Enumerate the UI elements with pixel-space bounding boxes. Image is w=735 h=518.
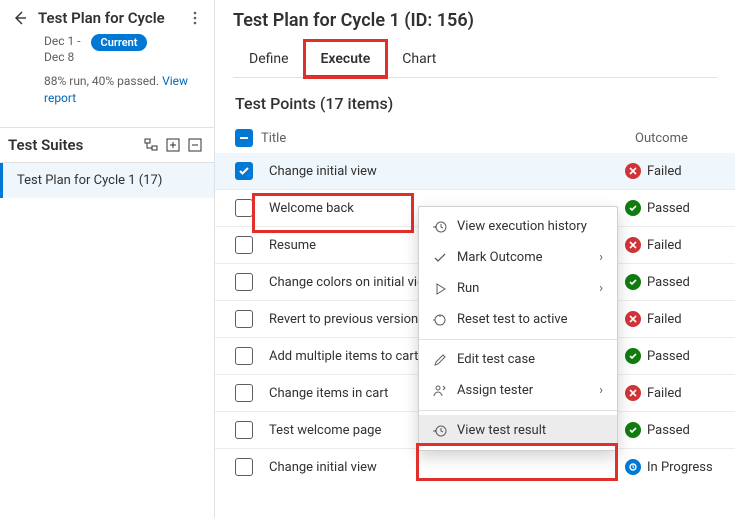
outcome-icon (625, 163, 641, 179)
history-icon (433, 424, 447, 438)
outcome-icon (625, 348, 641, 364)
row-outcome: Passed (625, 422, 715, 438)
outcome-icon (625, 459, 641, 475)
outcome-icon (625, 422, 641, 438)
chevron-right-icon: › (599, 383, 603, 398)
row-outcome: Failed (625, 385, 715, 401)
row-title: Change initial view (261, 460, 625, 475)
outcome-icon (625, 200, 641, 216)
play-icon (433, 282, 447, 296)
row-outcome: Failed (625, 237, 715, 253)
row-outcome: In Progress (625, 459, 715, 475)
outcome-icon (625, 274, 641, 290)
row-checkbox[interactable] (235, 421, 253, 439)
tab-chart[interactable]: Chart (386, 41, 452, 77)
test-suites-heading: Test Suites (8, 136, 140, 154)
test-plan-title: Test Plan for Cycle (38, 9, 178, 27)
history-icon (433, 220, 447, 234)
col-title[interactable]: Title (261, 131, 635, 146)
row-title: Change initial view (261, 164, 625, 179)
tab-bar: Define Execute Chart (233, 41, 717, 78)
row-outcome: Passed (625, 348, 715, 364)
menu-view-history[interactable]: View execution history (419, 211, 617, 242)
date-range: Dec 1 - Dec 8 (44, 34, 81, 65)
row-checkbox[interactable] (235, 384, 253, 402)
left-sidebar: Test Plan for Cycle Dec 1 - Dec 8 Curren… (0, 0, 215, 518)
row-outcome: Passed (625, 274, 715, 290)
grid-title: Test Points (17 items) (235, 94, 715, 113)
row-checkbox[interactable] (235, 162, 253, 180)
menu-edit[interactable]: Edit test case (419, 344, 617, 375)
row-checkbox[interactable] (235, 199, 253, 217)
chevron-right-icon: › (599, 281, 603, 296)
row-outcome: Failed (625, 311, 715, 327)
suite-item[interactable]: Test Plan for Cycle 1 (17) (0, 163, 214, 198)
select-all-checkbox[interactable] (235, 129, 253, 147)
row-outcome: Failed (625, 163, 715, 179)
chevron-right-icon: › (599, 250, 603, 265)
menu-view-result[interactable]: View test result (419, 415, 617, 446)
context-menu: View execution history Mark Outcome › Ru… (418, 206, 618, 451)
person-icon (433, 384, 447, 398)
menu-reset[interactable]: Reset test to active (419, 304, 617, 335)
row-outcome: Passed (625, 200, 715, 216)
column-headers: Title Outcome (215, 123, 735, 153)
table-row[interactable]: Change initial viewIn Progress (215, 448, 735, 485)
pencil-icon (433, 353, 447, 367)
more-icon[interactable] (186, 11, 204, 25)
row-checkbox[interactable] (235, 347, 253, 365)
outcome-icon (625, 237, 641, 253)
current-badge: Current (91, 34, 148, 51)
menu-run[interactable]: Run › (419, 273, 617, 304)
collapse-suite-icon[interactable] (184, 134, 206, 156)
reset-icon (433, 313, 447, 327)
page-title: Test Plan for Cycle 1 (ID: 156) (233, 10, 717, 31)
menu-assign[interactable]: Assign tester › (419, 375, 617, 406)
outcome-icon (625, 311, 641, 327)
outcome-icon (625, 385, 641, 401)
row-checkbox[interactable] (235, 273, 253, 291)
table-row[interactable]: Change initial viewFailed (215, 153, 735, 189)
col-outcome[interactable]: Outcome (635, 131, 715, 146)
row-checkbox[interactable] (235, 310, 253, 328)
run-stats: 88% run, 40% passed. View report (10, 65, 204, 107)
back-icon[interactable] (10, 8, 30, 28)
check-icon (433, 251, 447, 265)
add-suite-icon[interactable] (162, 134, 184, 156)
suite-tree-icon[interactable] (140, 134, 162, 156)
menu-mark-outcome[interactable]: Mark Outcome › (419, 242, 617, 273)
tab-define[interactable]: Define (233, 41, 305, 77)
row-checkbox[interactable] (235, 458, 253, 476)
row-checkbox[interactable] (235, 236, 253, 254)
tab-execute[interactable]: Execute (305, 41, 387, 77)
stats-text: 88% run, 40% passed. (44, 74, 162, 88)
